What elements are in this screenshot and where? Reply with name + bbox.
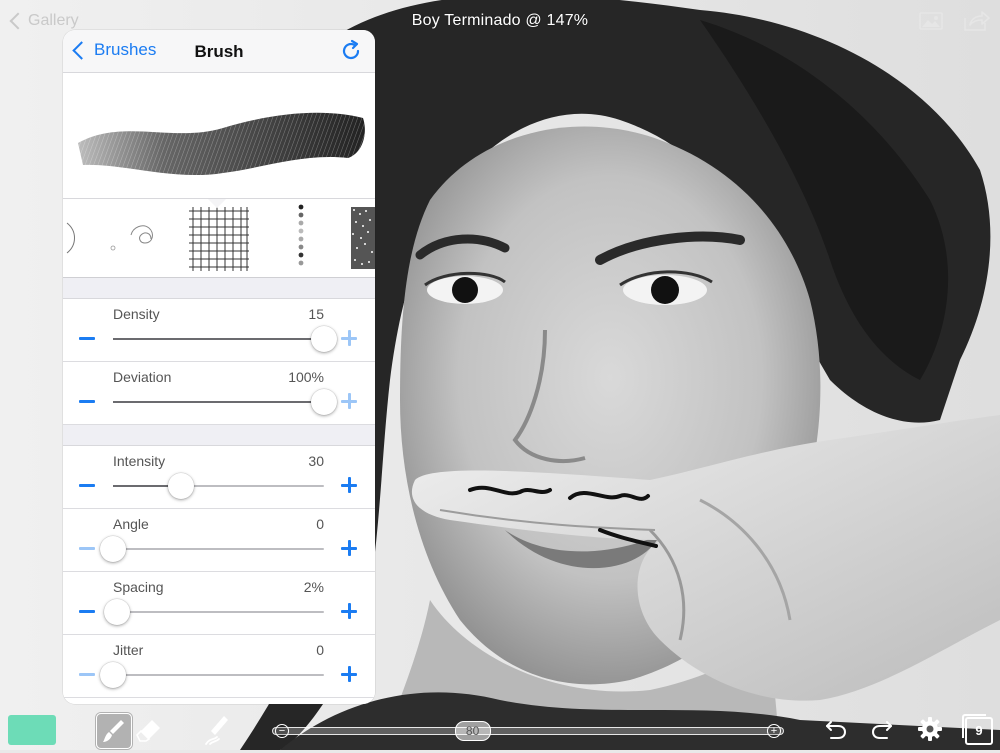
spacing-slider[interactable] — [104, 599, 324, 625]
brush-tip-circle[interactable] — [63, 203, 77, 273]
jitter-value: 0 — [316, 642, 324, 658]
slider-row-density: Density 15 — [63, 299, 375, 362]
angle-value: 0 — [316, 516, 324, 532]
gallery-button[interactable]: Gallery — [8, 10, 79, 32]
section-gap — [63, 425, 375, 446]
angle-slider-knob[interactable] — [100, 536, 126, 562]
current-color-swatch[interactable] — [8, 715, 56, 745]
density-slider-knob[interactable] — [311, 326, 337, 352]
chevron-left-icon — [9, 12, 27, 30]
undo-button[interactable] — [822, 715, 850, 743]
brush-parameter-list: Density 15 Deviation 100% Intensity 30 Angle 0 S… — [63, 278, 375, 704]
brush-size-knob[interactable]: 80 — [454, 721, 491, 741]
brush-tip-crosshatch[interactable] — [187, 203, 251, 273]
slider-row-spacing: Spacing 2% — [63, 572, 375, 635]
density-slider[interactable] — [113, 326, 337, 352]
undo-icon — [826, 721, 847, 739]
angle-slider[interactable] — [100, 536, 324, 562]
deviation-slider-knob[interactable] — [311, 389, 337, 415]
deviation-slider-fill — [113, 401, 324, 403]
smudge-tool-button[interactable] — [202, 713, 236, 747]
density-decrease-button[interactable] — [79, 337, 95, 340]
density-label: Density — [113, 306, 160, 322]
image-import-icon — [919, 12, 943, 30]
brush-stroke-preview — [63, 73, 375, 199]
slider-row-angle: Angle 0 — [63, 509, 375, 572]
share-icon — [964, 11, 990, 31]
density-slider-fill — [113, 338, 324, 340]
redo-button[interactable] — [868, 715, 896, 743]
size-increase-button[interactable]: + — [767, 724, 781, 738]
intensity-decrease-button[interactable] — [79, 484, 95, 487]
eraser-tool-icon — [136, 720, 160, 742]
intensity-slider[interactable] — [113, 473, 324, 499]
selected-tip-indicator — [208, 199, 226, 208]
brush-tip-spiral[interactable] — [103, 203, 173, 273]
panel-navigation-bar: Brushes Brush — [63, 30, 375, 73]
angle-decrease-button[interactable] — [79, 547, 95, 550]
brush-tool-icon — [103, 720, 124, 742]
intensity-slider-knob[interactable] — [167, 473, 194, 499]
intensity-label: Intensity — [113, 453, 166, 469]
bottom-toolbar: − 80 + 9 — [0, 706, 1000, 750]
spacing-label: Spacing — [113, 579, 164, 595]
deviation-slider[interactable] — [113, 389, 337, 415]
gear-icon — [918, 717, 942, 741]
section-gap — [63, 278, 375, 299]
deviation-increase-button[interactable] — [341, 393, 357, 409]
spacing-value: 2% — [303, 579, 324, 595]
deviation-value: 100% — [288, 369, 324, 385]
jitter-slider[interactable] — [100, 662, 324, 688]
brush-settings-panel: Brushes Brush Density 15 Deviation 100% … — [63, 30, 375, 704]
brush-stroke-preview-image — [78, 112, 365, 176]
brush-tool-button[interactable] — [96, 713, 132, 749]
redo-icon — [871, 721, 892, 739]
deviation-decrease-button[interactable] — [79, 400, 95, 403]
image-import-button[interactable] — [918, 10, 944, 32]
eraser-tool-button[interactable] — [132, 713, 166, 747]
slider-row-deviation: Deviation 100% — [63, 362, 375, 425]
jitter-increase-button[interactable] — [341, 666, 357, 682]
panel-title: Brush — [194, 42, 244, 61]
gallery-label: Gallery — [28, 12, 79, 29]
slider-row-jitter: Jitter 0 — [63, 635, 375, 698]
jitter-decrease-button[interactable] — [79, 673, 95, 676]
density-increase-button[interactable] — [341, 330, 357, 346]
brush-tip-strip[interactable] — [63, 199, 375, 278]
brush-size-slider[interactable]: − 80 + — [272, 721, 784, 741]
document-title: Boy Terminado @ 147% — [411, 12, 589, 29]
intensity-value: 30 — [308, 453, 324, 469]
spacing-slider-knob[interactable] — [104, 599, 131, 625]
size-decrease-button[interactable]: − — [275, 724, 289, 738]
refresh-icon — [342, 39, 360, 60]
spacing-increase-button[interactable] — [341, 603, 357, 619]
density-value: 15 — [308, 306, 324, 322]
layers-count: 9 — [975, 723, 983, 738]
jitter-label: Jitter — [113, 642, 144, 658]
slider-row-intensity: Intensity 30 — [63, 446, 375, 509]
brush-tip-dots[interactable] — [295, 203, 307, 273]
spacing-decrease-button[interactable] — [79, 610, 95, 613]
reset-brush-button[interactable] — [339, 39, 363, 63]
layers-button[interactable]: 9 — [962, 714, 993, 745]
angle-increase-button[interactable] — [341, 540, 357, 556]
settings-button[interactable] — [916, 715, 944, 743]
share-button[interactable] — [962, 10, 990, 32]
smudge-tool-icon — [205, 716, 228, 745]
slider-row-scatter: Scatter50 — [63, 698, 375, 704]
brush-tip-noise[interactable] — [351, 203, 375, 273]
deviation-label: Deviation — [113, 369, 172, 385]
angle-label: Angle — [113, 516, 149, 532]
jitter-slider-knob[interactable] — [100, 662, 126, 688]
intensity-increase-button[interactable] — [341, 477, 357, 493]
